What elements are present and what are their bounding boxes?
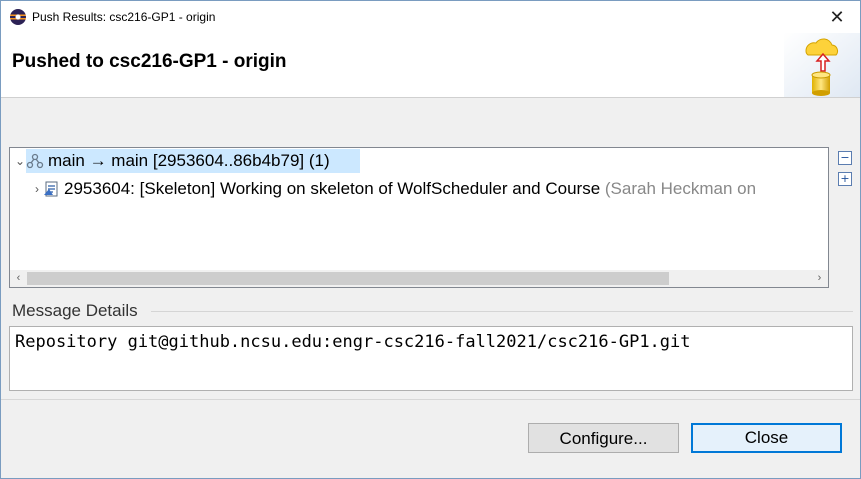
message-details-text: Repository git@github.ncsu.edu:engr-csc2… [15,332,691,352]
commit-icon [44,181,58,197]
eclipse-icon [10,9,26,25]
button-bar-divider [1,399,860,400]
configure-button[interactable]: Configure... [528,423,679,453]
scroll-left-icon[interactable]: ‹ [10,270,27,287]
branch-ref-icon [26,153,44,169]
page-title: Pushed to csc216-GP1 - origin [12,51,287,72]
horizontal-scrollbar[interactable]: ‹ › [10,270,828,287]
close-button[interactable]: Close [691,423,842,453]
chevron-right-icon[interactable]: › [31,183,43,195]
window-title: Push Results: csc216-GP1 - origin [32,10,216,24]
header-banner: Pushed to csc216-GP1 - origin [1,33,860,98]
message-details-label: Message Details [12,301,138,320]
push-results-dialog: Push Results: csc216-GP1 - origin ✕ Push… [0,0,861,479]
section-divider [151,311,853,312]
close-window-button[interactable]: ✕ [824,4,850,30]
collapse-all-icon[interactable]: − [838,151,852,165]
commit-author: (Sarah Heckman on [604,179,757,198]
commit-label: 2953604: [Skeleton] Working on skeleton … [64,179,757,198]
title-bar: Push Results: csc216-GP1 - origin ✕ [1,1,860,33]
message-details-box[interactable]: Repository git@github.ncsu.edu:engr-csc2… [9,326,853,391]
scroll-right-icon[interactable]: › [811,270,828,287]
push-results-tree[interactable]: ⌄ main → main [2953604..86b4b79] (1) › 2… [9,147,829,288]
ref-update-label: main → main [2953604..86b4b79] (1) [48,151,330,170]
scrollbar-thumb[interactable] [27,272,669,285]
expand-all-icon[interactable]: + [838,172,852,186]
cloud-push-database-icon [784,33,860,97]
chevron-down-icon[interactable]: ⌄ [14,155,26,167]
